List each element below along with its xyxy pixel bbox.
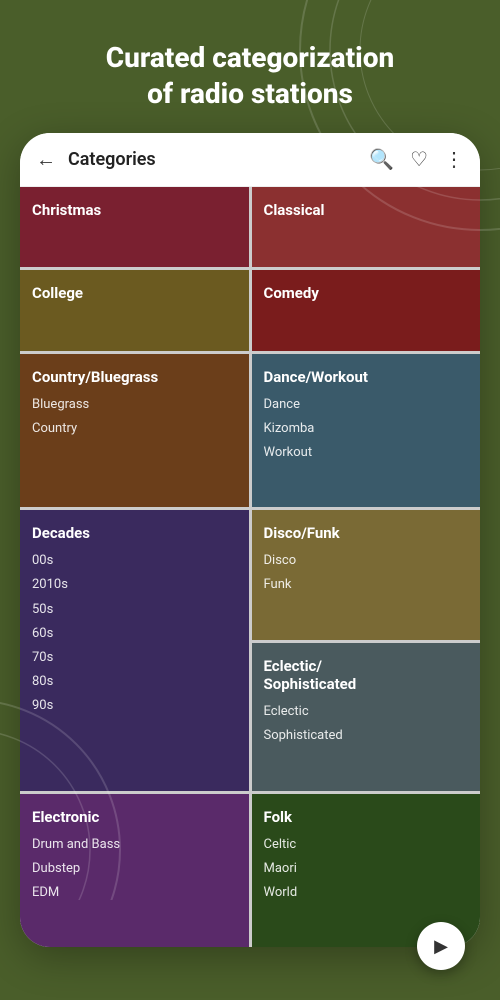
phone-frame: ← Categories 🔍 ♡ ⋮ Christmas Classical Col… — [20, 133, 480, 947]
category-folk-sub: World — [264, 884, 469, 902]
category-decades-sub: 70s — [32, 649, 237, 667]
page-header: Curated categorization of radio stations — [0, 0, 500, 133]
category-electronic-main: Electronic — [32, 808, 237, 826]
categories-grid: Christmas Classical College Comedy Country/B… — [20, 187, 480, 947]
category-classical-main: Classical — [264, 201, 469, 219]
category-disco-main: Disco/Funk — [264, 524, 469, 542]
fab-icon: ▶ — [434, 936, 448, 957]
category-folk-main: Folk — [264, 808, 469, 826]
category-disco-sub: Funk — [264, 576, 469, 594]
category-decades-sub: 60s — [32, 625, 237, 643]
category-electronic[interactable]: Electronic Drum and Bass Dubstep EDM — [20, 794, 249, 947]
category-decades-sub: 90s — [32, 697, 237, 715]
category-decades-sub: 00s — [32, 552, 237, 570]
category-eclectic-sub: Sophisticated — [264, 727, 469, 745]
category-college-main: College — [32, 284, 237, 302]
category-dance-sub: Kizomba — [264, 420, 469, 438]
category-disco-sub: Disco — [264, 552, 469, 570]
toolbar-icons: 🔍 ♡ ⋮ — [369, 147, 464, 171]
header-line1: Curated categorization — [106, 41, 394, 74]
category-classical[interactable]: Classical — [252, 187, 481, 268]
category-eclectic-sub: Eclectic — [264, 703, 469, 721]
category-country-sub: Bluegrass — [32, 396, 237, 414]
category-electronic-sub: Drum and Bass — [32, 836, 237, 854]
category-country[interactable]: Country/Bluegrass Bluegrass Country — [20, 354, 249, 507]
category-decades[interactable]: Decades 00s 2010s 50s 60s 70s 80s 90s — [20, 510, 249, 791]
category-dance[interactable]: Dance/Workout Dance Kizomba Workout — [252, 354, 481, 507]
search-icon[interactable]: 🔍 — [369, 147, 394, 171]
category-electronic-sub: Dubstep — [32, 860, 237, 878]
category-decades-sub: 50s — [32, 601, 237, 619]
category-dance-sub: Dance — [264, 396, 469, 414]
category-college[interactable]: College — [20, 270, 249, 351]
heart-icon[interactable]: ♡ — [410, 147, 428, 171]
category-christmas[interactable]: Christmas — [20, 187, 249, 268]
toolbar: ← Categories 🔍 ♡ ⋮ — [20, 133, 480, 187]
more-icon[interactable]: ⋮ — [444, 147, 464, 171]
category-christmas-main: Christmas — [32, 201, 237, 219]
category-comedy-main: Comedy — [264, 284, 469, 302]
toolbar-left: ← Categories — [36, 147, 156, 172]
category-disco[interactable]: Disco/Funk Disco Funk — [252, 510, 481, 640]
category-folk-sub: Celtic — [264, 836, 469, 854]
category-eclectic-main: Eclectic/ Sophisticated — [264, 657, 469, 693]
category-electronic-sub: EDM — [32, 884, 237, 902]
header-line2: of radio stations — [147, 77, 353, 110]
category-decades-sub: 80s — [32, 673, 237, 691]
category-country-main: Country/Bluegrass — [32, 368, 237, 386]
category-decades-main: Decades — [32, 524, 237, 542]
toolbar-title: Categories — [68, 149, 156, 170]
category-dance-sub: Workout — [264, 444, 469, 462]
category-dance-main: Dance/Workout — [264, 368, 469, 386]
category-comedy[interactable]: Comedy — [252, 270, 481, 351]
back-button[interactable]: ← — [36, 147, 56, 172]
category-folk-sub: Maori — [264, 860, 469, 878]
fab-button[interactable]: ▶ — [417, 922, 465, 970]
category-country-sub: Country — [32, 420, 237, 438]
category-decades-sub: 2010s — [32, 576, 237, 594]
category-eclectic[interactable]: Eclectic/ Sophisticated Eclectic Sophistic… — [252, 643, 481, 791]
